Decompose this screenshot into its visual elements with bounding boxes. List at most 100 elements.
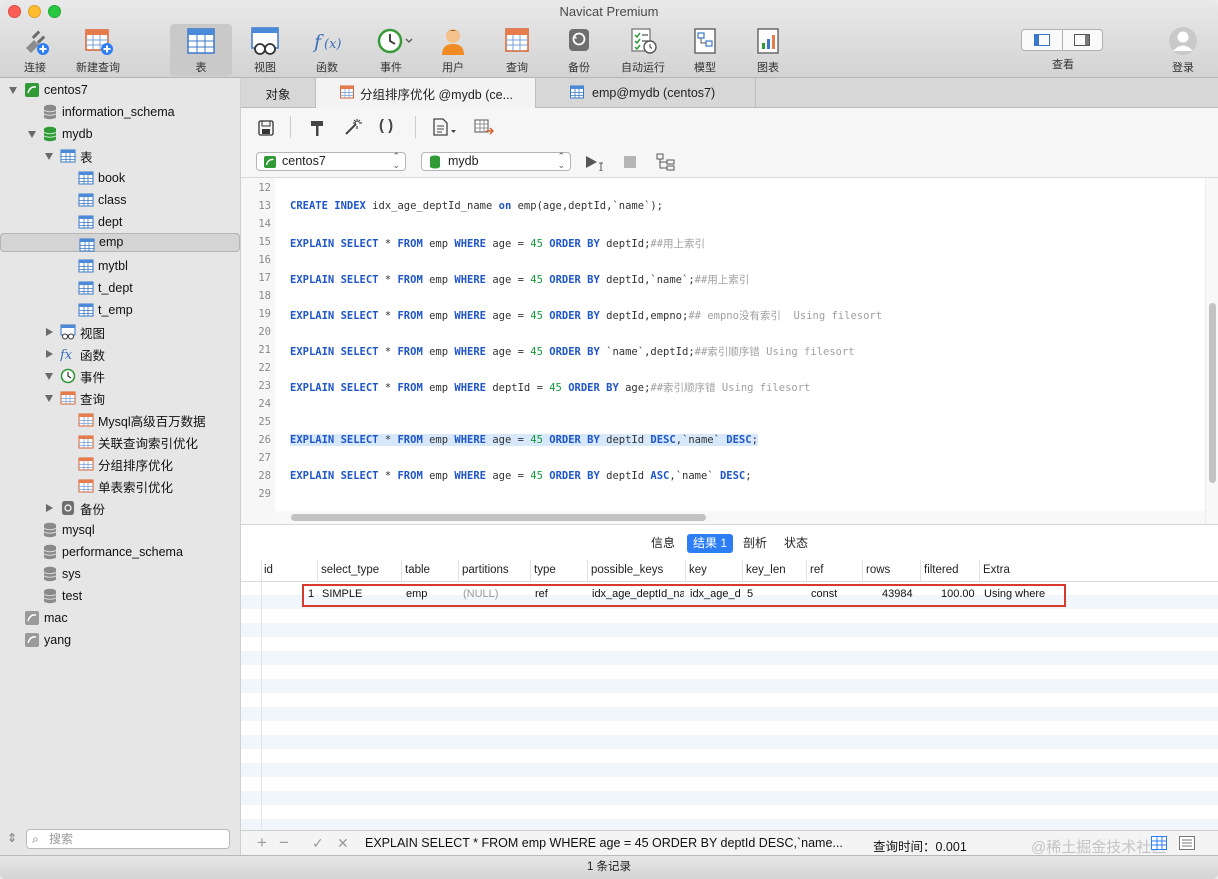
sidebar-search-input[interactable]: ⌕ 搜索 (26, 829, 230, 849)
view-button[interactable]: 视图 (240, 24, 290, 76)
column-header[interactable]: key_len (746, 564, 786, 576)
tree-query-item[interactable]: 关联查询索引优化 (0, 431, 240, 453)
code-line[interactable]: EXPLAIN SELECT * FROM emp WHERE age = 45… (290, 308, 882, 323)
tree-group-backup[interactable]: 备份 (0, 497, 240, 519)
code-snippet-icon[interactable] (432, 118, 458, 139)
sql-editor[interactable]: 12 13 14 15 16 17 18 19 20 21 22 23 24 2… (241, 178, 1218, 524)
discard-changes-button[interactable]: ✕ (337, 835, 349, 852)
export-result-icon[interactable] (474, 118, 495, 139)
tree-db-mysql[interactable]: mysql (0, 519, 240, 541)
tab-profile[interactable]: 剖析 (737, 534, 773, 553)
collapse-triangle-icon[interactable] (46, 350, 53, 358)
column-header[interactable]: rows (866, 564, 890, 576)
column-header[interactable]: key (689, 564, 707, 576)
grid-view-icon[interactable] (1151, 836, 1167, 853)
tree-table-t-emp[interactable]: t_emp (0, 299, 240, 321)
editor-horizontal-scrollbar[interactable] (275, 511, 1205, 524)
magic-wand-icon[interactable] (343, 118, 363, 139)
tree-group-views[interactable]: 视图 (0, 321, 240, 343)
tree-group-queries[interactable]: 查询 (0, 387, 240, 409)
tree-db-test[interactable]: test (0, 585, 240, 607)
database-select[interactable]: mydb ⌃ ⌄ (421, 152, 571, 171)
tree-table-emp[interactable]: emp (0, 233, 240, 252)
tab-query-group-sort[interactable]: 分组排序优化 @mydb (ce... (316, 78, 536, 108)
tab-result-1[interactable]: 结果 1 (687, 534, 734, 553)
form-view-icon[interactable] (1179, 836, 1195, 853)
tree-db-sys[interactable]: sys (0, 563, 240, 585)
expand-triangle-icon[interactable] (28, 131, 36, 138)
tab-emp-table[interactable]: emp@mydb (centos7) (536, 78, 756, 108)
column-header[interactable]: ref (810, 564, 823, 576)
save-icon[interactable] (258, 120, 274, 139)
automation-button[interactable]: 自动运行 (616, 24, 670, 76)
tree-connection-mac[interactable]: mac (0, 607, 240, 629)
table-button[interactable]: 表 (170, 24, 232, 76)
column-header[interactable]: id (264, 564, 273, 576)
tree-connection-centos7[interactable]: centos7 (0, 79, 240, 101)
chart-button[interactable]: 图表 (745, 24, 791, 76)
column-header[interactable]: table (405, 564, 430, 576)
code-line[interactable]: EXPLAIN SELECT * FROM emp WHERE age = 45… (290, 344, 855, 359)
column-header[interactable]: filtered (924, 564, 959, 576)
tree-query-item[interactable]: 分组排序优化 (0, 453, 240, 475)
backup-button[interactable]: 备份 (556, 24, 602, 76)
tree-table-class[interactable]: class (0, 189, 240, 211)
filter-options-icon[interactable]: ⇕ (7, 831, 17, 845)
column-header[interactable]: select_type (321, 564, 379, 576)
connect-button[interactable]: 连接 (10, 24, 60, 76)
collapse-triangle-icon[interactable] (46, 504, 53, 512)
code-line[interactable]: EXPLAIN SELECT * FROM emp WHERE age = 45… (290, 434, 758, 446)
parentheses-icon[interactable]: ( ) (379, 117, 393, 134)
column-header[interactable]: possible_keys (591, 564, 663, 576)
column-header[interactable]: partitions (462, 564, 509, 576)
event-button[interactable]: 事件 (364, 24, 418, 76)
tree-db-mydb[interactable]: mydb (0, 123, 240, 145)
expand-triangle-icon[interactable] (45, 153, 53, 160)
user-button[interactable]: 用户 (428, 24, 478, 76)
toggle-info-pane-button[interactable] (1061, 30, 1103, 50)
column-header[interactable]: Extra (983, 564, 1010, 576)
tree-db-performance-schema[interactable]: performance_schema (0, 541, 240, 563)
tree-table-t-dept[interactable]: t_dept (0, 277, 240, 299)
editor-vertical-scrollbar[interactable] (1205, 178, 1218, 524)
code-line[interactable]: CREATE INDEX idx_age_deptId_name on emp(… (290, 200, 663, 212)
tree-query-item[interactable]: Mysql高级百万数据 (0, 409, 240, 431)
query-button[interactable]: 查询 (492, 24, 542, 76)
tab-status[interactable]: 状态 (778, 534, 814, 553)
function-button[interactable]: f (x) 函数 (302, 24, 352, 76)
connection-select[interactable]: centos7 ⌃ ⌄ (256, 152, 406, 171)
tree-table-dept[interactable]: dept (0, 211, 240, 233)
code-line[interactable]: EXPLAIN SELECT * FROM emp WHERE age = 45… (290, 470, 752, 482)
tree-table-book[interactable]: book (0, 167, 240, 189)
code-line[interactable]: EXPLAIN SELECT * FROM emp WHERE age = 45… (290, 236, 705, 251)
code-line[interactable]: EXPLAIN SELECT * FROM emp WHERE deptId =… (290, 380, 810, 395)
tab-objects[interactable]: 对象 (241, 78, 316, 108)
login-button[interactable]: 登录 (1160, 24, 1206, 76)
collapse-triangle-icon[interactable] (46, 328, 53, 336)
run-icon[interactable] (585, 155, 609, 174)
model-button[interactable]: 模型 (682, 24, 728, 76)
tree-db-information-schema[interactable]: information_schema (0, 101, 240, 123)
tree-group-functions[interactable]: fx 函数 (0, 343, 240, 365)
tree-query-item[interactable]: 单表索引优化 (0, 475, 240, 497)
code-line[interactable]: EXPLAIN SELECT * FROM emp WHERE age = 45… (290, 272, 749, 287)
column-header[interactable]: type (534, 564, 556, 576)
tree-connection-yang[interactable]: yang (0, 629, 240, 651)
tree-table-mytbl[interactable]: mytbl (0, 255, 240, 277)
add-row-button[interactable]: + (257, 833, 267, 853)
tree-group-events[interactable]: 事件 (0, 365, 240, 387)
scroll-thumb[interactable] (1209, 303, 1216, 483)
toggle-sidebar-button[interactable] (1022, 30, 1062, 50)
apply-changes-button[interactable]: ✓ (312, 835, 324, 852)
delete-row-button[interactable]: − (279, 833, 289, 853)
expand-triangle-icon[interactable] (9, 87, 17, 94)
scroll-thumb[interactable] (291, 514, 706, 521)
tab-info[interactable]: 信息 (645, 534, 681, 553)
stop-icon[interactable] (624, 156, 636, 168)
tree-group-tables[interactable]: 表 (0, 145, 240, 167)
explain-icon[interactable] (656, 153, 676, 174)
expand-triangle-icon[interactable] (45, 395, 53, 402)
expand-triangle-icon[interactable] (45, 373, 53, 380)
new-query-button[interactable]: 新建查询 (70, 24, 126, 76)
beautify-sql-icon[interactable] (309, 119, 325, 140)
